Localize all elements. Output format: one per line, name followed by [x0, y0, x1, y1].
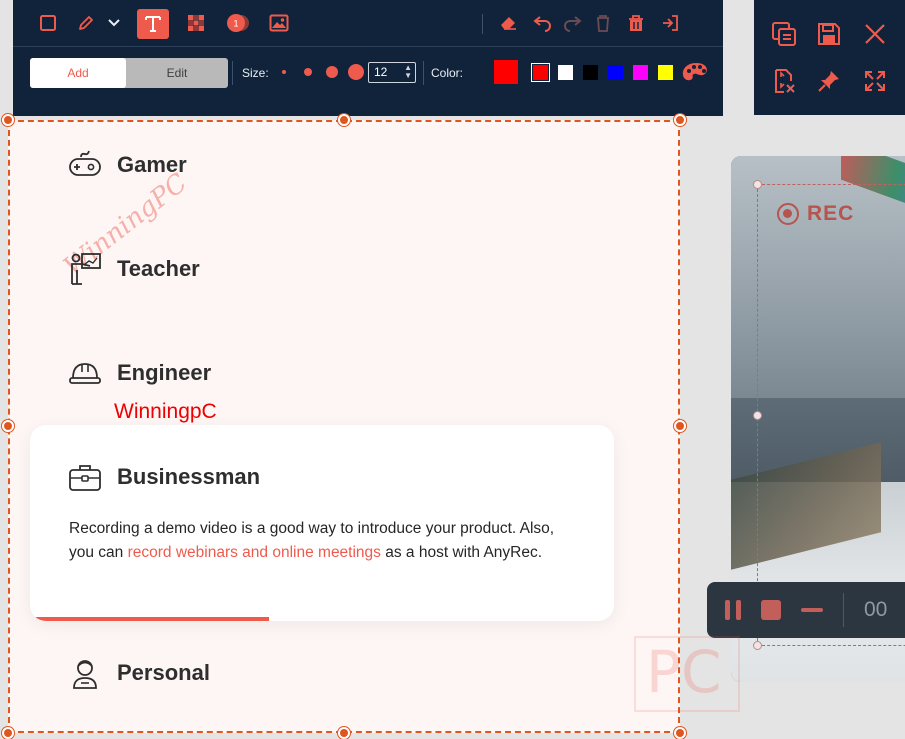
- card-progress-bar: [30, 617, 270, 621]
- recording-timer: 00: [864, 598, 888, 621]
- person-icon: [73, 660, 97, 689]
- pause-button[interactable]: [725, 600, 741, 620]
- toolbar-divider: [482, 14, 483, 34]
- annotation-toolbar: 1 Add Edit Size: 12 ▲ ▼ Color:: [13, 0, 723, 116]
- card-title: Businessman: [117, 464, 261, 489]
- text-tool-icon[interactable]: [137, 9, 169, 39]
- color-palette-icon[interactable]: [680, 59, 712, 87]
- resize-handle-top-left[interactable]: [2, 114, 14, 126]
- palette-swatch[interactable]: [531, 63, 550, 82]
- resize-handle-right[interactable]: [674, 420, 686, 432]
- capture-actions-toolbar: [754, 0, 905, 115]
- step-badge-number: 1: [233, 19, 238, 29]
- hard-hat-icon: [69, 363, 101, 384]
- resize-handle-bottom-left[interactable]: [2, 727, 14, 739]
- palette-swatch[interactable]: [558, 65, 573, 80]
- size-option-small[interactable]: [304, 68, 312, 76]
- size-option-large[interactable]: [348, 64, 364, 80]
- watermark-bottom-right: PC: [634, 636, 740, 712]
- role-title: Gamer: [117, 152, 187, 177]
- text-annotation[interactable]: WinningpC: [114, 400, 217, 424]
- role-item-engineer[interactable]: Engineer: [68, 356, 211, 390]
- role-item-teacher[interactable]: Teacher: [68, 252, 200, 286]
- toolbar-divider: [423, 61, 424, 85]
- exit-icon[interactable]: [657, 10, 683, 36]
- briefcase-icon: [69, 465, 101, 491]
- webinars-link[interactable]: record webinars and online meetings: [128, 544, 381, 561]
- watermark-bottom-right-text: PC: [646, 638, 722, 706]
- rec-indicator: REC: [777, 202, 854, 226]
- chevron-down-icon[interactable]: [103, 10, 125, 36]
- toolbar-divider: [232, 61, 233, 85]
- size-label: Size:: [242, 66, 269, 80]
- resize-handle-top-right[interactable]: [674, 114, 686, 126]
- stop-button[interactable]: [761, 600, 781, 620]
- clear-all-icon[interactable]: [623, 10, 649, 36]
- color-label: Color:: [431, 66, 464, 80]
- record-area-handle[interactable]: [753, 180, 762, 189]
- role-card-businessman[interactable]: Businessman Recording a demo video is a …: [30, 425, 614, 621]
- role-title: Personal: [117, 660, 210, 685]
- card-description: Recording a demo video is a good way to …: [69, 517, 559, 565]
- stepper-arrows-icon[interactable]: ▲ ▼: [404, 64, 412, 80]
- close-icon[interactable]: [861, 20, 889, 48]
- teacher-board-icon: [71, 253, 101, 285]
- role-item-gamer[interactable]: Gamer: [68, 148, 187, 182]
- rec-label: REC: [807, 202, 855, 225]
- resize-handle-left[interactable]: [2, 420, 14, 432]
- gamepad-icon: [69, 150, 101, 176]
- eraser-icon[interactable]: [495, 10, 521, 36]
- resize-handle-top[interactable]: [338, 114, 350, 126]
- image-tool-icon[interactable]: [266, 10, 292, 36]
- record-area-handle[interactable]: [753, 641, 762, 650]
- role-title: Teacher: [117, 256, 200, 281]
- tool-row: 1: [13, 0, 723, 46]
- rectangle-tool-icon[interactable]: [35, 10, 61, 36]
- palette-swatch[interactable]: [608, 65, 623, 80]
- recording-controls: 00: [707, 582, 905, 638]
- mosaic-tool-icon[interactable]: [183, 10, 209, 36]
- role-item-personal[interactable]: Personal: [68, 656, 210, 690]
- card-description-text-end: as a host with AnyRec.: [380, 544, 543, 561]
- record-area-selection[interactable]: [757, 184, 905, 646]
- redo-icon[interactable]: [559, 10, 585, 36]
- minimize-button[interactable]: [801, 608, 823, 612]
- palette-swatch[interactable]: [583, 65, 598, 80]
- current-color-swatch[interactable]: [494, 60, 518, 84]
- palette-swatch[interactable]: [658, 65, 673, 80]
- palette-swatch[interactable]: [633, 65, 648, 80]
- resize-handle-bottom[interactable]: [338, 727, 350, 739]
- record-icon: [777, 203, 799, 225]
- separator: [843, 593, 844, 627]
- pencil-tool-icon[interactable]: [73, 10, 99, 36]
- pin-to-screen-icon[interactable]: [770, 67, 798, 95]
- role-title: Engineer: [117, 360, 212, 385]
- undo-icon[interactable]: [530, 10, 556, 36]
- edit-mode-button[interactable]: Edit: [126, 58, 228, 88]
- copy-icon[interactable]: [770, 20, 798, 48]
- pin-icon[interactable]: [815, 67, 843, 95]
- fullscreen-icon[interactable]: [861, 67, 889, 95]
- delete-icon[interactable]: [590, 10, 616, 36]
- record-area-handle[interactable]: [753, 411, 762, 420]
- font-size-stepper[interactable]: 12 ▲ ▼: [368, 62, 416, 83]
- font-size-value: 12: [374, 65, 388, 79]
- resize-handle-bottom-right[interactable]: [674, 727, 686, 739]
- size-option-tiny[interactable]: [282, 70, 286, 74]
- step-number-tool-icon[interactable]: 1: [221, 10, 253, 36]
- size-option-medium[interactable]: [326, 66, 338, 78]
- save-icon[interactable]: [815, 20, 843, 48]
- add-mode-button[interactable]: Add: [30, 58, 126, 88]
- add-edit-toggle: Add Edit: [30, 58, 228, 88]
- tool-options-row: Add Edit Size: 12 ▲ ▼ Color:: [13, 46, 723, 108]
